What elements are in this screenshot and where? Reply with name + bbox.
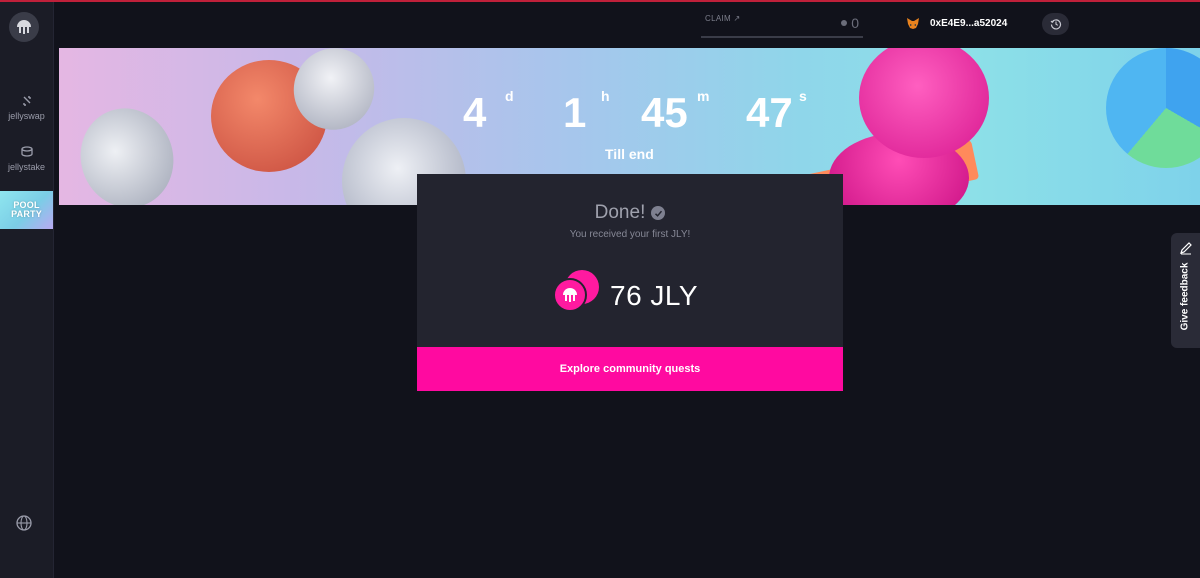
- metamask-fox-icon: [907, 18, 919, 29]
- countdown-days-unit: d: [505, 88, 514, 104]
- countdown-minutes: 45: [641, 89, 688, 136]
- countdown-hours-unit: h: [601, 88, 610, 104]
- wallet-address: 0xE4E9...a52024: [930, 17, 1008, 29]
- wallet-button[interactable]: 0xE4E9...a52024: [906, 16, 1007, 30]
- claim-label[interactable]: CLAIM ↗: [705, 14, 740, 23]
- pool-party-line2: PARTY: [11, 209, 42, 219]
- clock-history-icon: [1050, 19, 1061, 30]
- reward-amount-row: 76 JLY: [553, 270, 723, 316]
- countdown-days: 4: [463, 89, 487, 136]
- top-accent-line: [0, 0, 1200, 2]
- reward-card: Done! You received your first JLY! 76 JL…: [417, 174, 843, 347]
- countdown-timer: 4 d 1 h 45 m 47 s: [463, 84, 843, 134]
- jly-token-icon: [553, 278, 587, 312]
- sidebar-item-jellyswap[interactable]: jellyswap: [0, 94, 53, 121]
- countdown-hours: 1: [563, 89, 587, 136]
- explore-community-quests-button[interactable]: Explore community quests: [417, 347, 843, 391]
- countdown-seconds: 47: [746, 89, 793, 136]
- globe-icon[interactable]: [15, 514, 33, 532]
- token-icon: [841, 20, 848, 26]
- sidebar: jellyswap jellystake POOL PARTY: [0, 2, 54, 578]
- give-feedback-label: Give feedback: [1179, 262, 1191, 331]
- coin-illustration: [67, 96, 187, 205]
- reward-title: Done!: [594, 202, 646, 223]
- history-button[interactable]: [1042, 13, 1069, 35]
- countdown-seconds-unit: s: [799, 88, 807, 104]
- swap-icon: [22, 96, 31, 106]
- claim-progress-bar: [701, 36, 863, 38]
- countdown-subtitle: Till end: [605, 146, 654, 162]
- sidebar-item-pool-party[interactable]: POOL PARTY: [0, 191, 53, 229]
- reward-title-row: Done!: [417, 202, 843, 224]
- countdown-minutes-unit: m: [697, 88, 710, 104]
- check-icon: [651, 206, 666, 220]
- sidebar-item-label: jellystake: [7, 162, 45, 172]
- give-feedback-tab[interactable]: Give feedback: [1171, 233, 1200, 348]
- stake-icon: [20, 146, 33, 157]
- reward-amount: 76 JLY: [610, 280, 699, 311]
- beach-ball-illustration: [1106, 48, 1200, 168]
- jellyfish-icon: [17, 20, 31, 34]
- claim-value: 0: [851, 15, 859, 31]
- sidebar-item-label: jellyswap: [8, 111, 45, 121]
- claim-balance: 0: [841, 15, 859, 31]
- claim-widget[interactable]: CLAIM ↗ 0: [701, 14, 863, 38]
- reward-message: You received your first JLY!: [569, 229, 691, 240]
- jellyswap-logo[interactable]: [9, 12, 39, 42]
- sidebar-item-jellystake[interactable]: jellystake: [0, 145, 53, 172]
